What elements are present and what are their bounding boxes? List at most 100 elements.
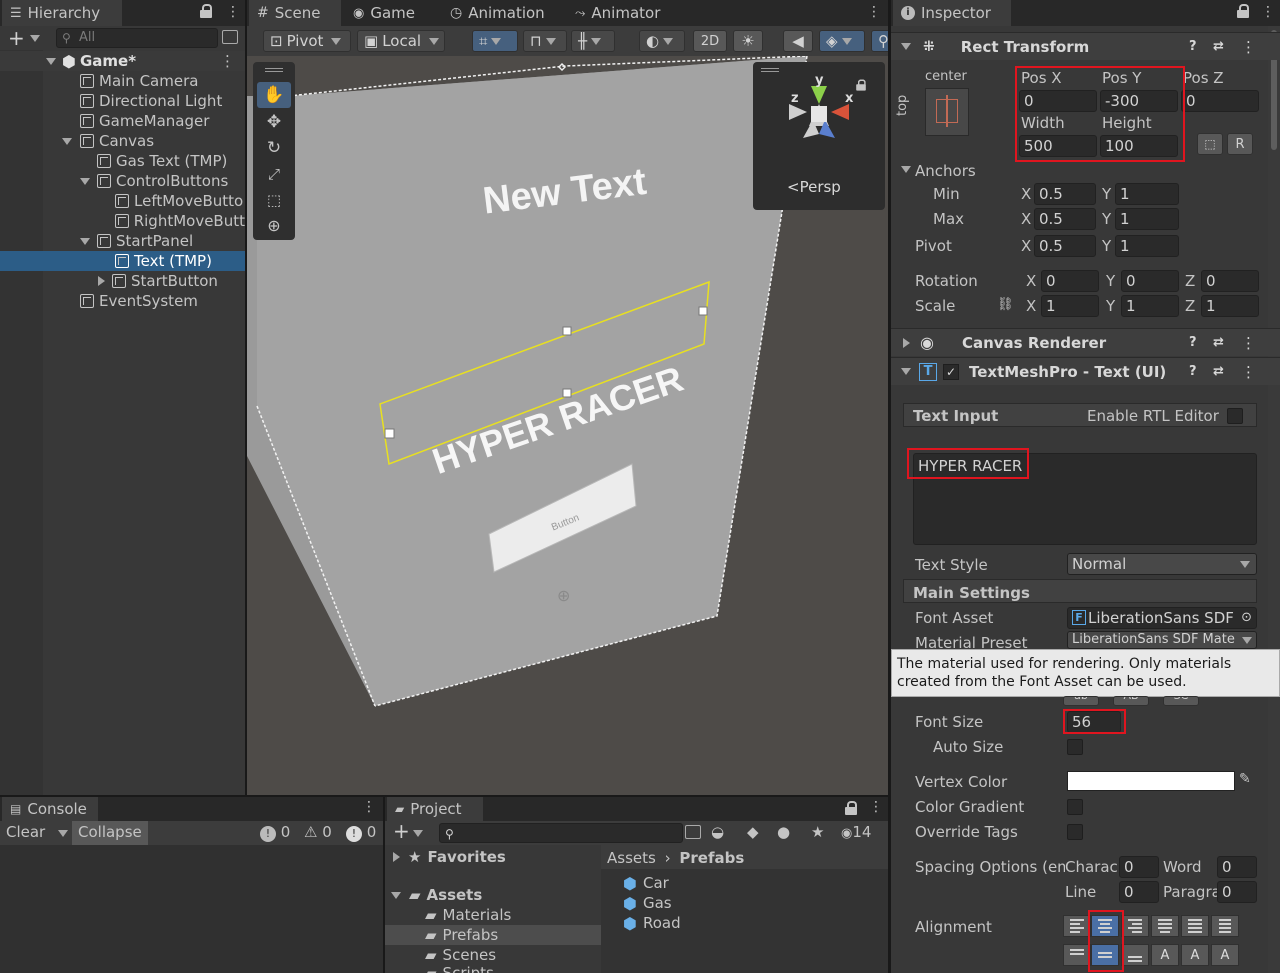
collapse-button[interactable]: Collapse [72,821,148,845]
tab-inspector[interactable]: i Inspector [893,0,1011,26]
align-baseline-icon[interactable]: A [1151,944,1179,966]
align-right-icon[interactable] [1121,915,1149,937]
project-search-input[interactable]: ⚲ [439,823,683,843]
pivot-y-field[interactable]: 1 [1115,235,1179,257]
add-dropdown-icon[interactable] [413,830,423,837]
align-flush-icon[interactable] [1181,915,1209,937]
hierarchy-item-directional-light[interactable]: Directional Light [0,91,245,111]
lock-icon[interactable] [1237,4,1249,18]
inspector-scrollbar[interactable] [1268,26,1280,973]
component-menu-icon[interactable]: ⋮ [1241,38,1256,56]
preset-icon[interactable]: ⇄ [1213,364,1224,379]
align-bottom-icon[interactable] [1121,944,1149,966]
filter-type-icon[interactable]: ◒ [711,823,724,841]
hierarchy-item-gamemanager[interactable]: GameManager [0,111,245,131]
scale-y-field[interactable]: 1 [1121,295,1179,317]
anchor-preset-button[interactable] [925,88,969,136]
pos-y-field[interactable]: -300 [1100,90,1178,112]
hierarchy-item-gas-text[interactable]: Gas Text (TMP) [0,151,245,171]
textmeshpro-header[interactable]: T ✓ TextMeshPro - Text (UI) ? ⇄ ⋮ [891,357,1280,385]
search-window-icon[interactable] [685,825,701,839]
text-style-dropdown[interactable]: Normal [1067,553,1257,575]
font-style-upper-button[interactable]: AB [1113,696,1149,706]
tab-scene[interactable]: # Scene [249,0,341,26]
info-filter[interactable]: ! 0 [260,823,290,842]
align-left-icon[interactable] [1063,915,1091,937]
file-item[interactable]: ⬢ Road [601,913,888,933]
preset-icon[interactable]: ⇄ [1213,39,1224,54]
lock-icon[interactable] [200,4,212,18]
preset-icon[interactable]: ⇄ [1213,335,1224,350]
hierarchy-item-main-camera[interactable]: Main Camera [0,71,245,91]
hierarchy-item-startpanel[interactable]: StartPanel [0,231,245,251]
handle[interactable] [562,326,572,336]
warning-filter[interactable]: ⚠ 0 [304,823,332,841]
align-center-icon[interactable] [1091,915,1119,937]
hierarchy-item-leftmovebutton[interactable]: LeftMoveButto [0,191,245,211]
add-dropdown-icon[interactable] [30,35,40,42]
favorites-item[interactable]: ★ Favorites [385,847,601,867]
hierarchy-item-startbutton[interactable]: StartButton [0,271,245,291]
clear-button[interactable]: Clear [6,823,45,841]
folder-item[interactable]: ▰ Materials [385,905,601,925]
tab-game[interactable]: ◉ Game [345,0,423,26]
expand-arrow-icon[interactable] [46,57,56,65]
transform-tool-icon[interactable]: ⊕ [257,214,291,238]
width-field[interactable]: 500 [1019,135,1097,157]
tab-animator[interactable]: ⤳ Animator [567,0,668,26]
tab-project[interactable]: ▰ Project [387,797,483,821]
grid-snap-button[interactable]: ⌗ [472,30,518,52]
word-spacing-field[interactable]: 0 [1217,856,1257,878]
hierarchy-search-input[interactable]: ⚲ All [56,28,218,48]
assets-item[interactable]: ▰ Assets [385,885,601,905]
align-justify-icon[interactable] [1151,915,1179,937]
override-tags-checkbox[interactable] [1067,824,1083,840]
rotation-y-field[interactable]: 0 [1121,270,1179,292]
scale-z-field[interactable]: 1 [1201,295,1259,317]
hierarchy-item-eventsystem[interactable]: EventSystem [0,291,245,311]
persp-toggle[interactable]: <Persp [787,178,841,196]
min-y-field[interactable]: 1 [1115,183,1179,205]
vertex-color-swatch[interactable] [1067,771,1235,791]
rotation-x-field[interactable]: 0 [1041,270,1099,292]
add-icon[interactable]: + [8,26,25,50]
handle[interactable] [562,388,572,398]
anchors-expand-icon[interactable] [901,166,911,173]
canvas-renderer-header[interactable]: ◉ Canvas Renderer ? ⇄ ⋮ [891,328,1280,356]
material-preset-dropdown[interactable]: LiberationSans SDF Mate [1067,631,1257,649]
error-filter[interactable]: ! 0 [346,823,376,842]
expand-arrow-icon[interactable] [391,891,401,899]
pivot-x-field[interactable]: 0.5 [1034,235,1096,257]
pivot-dropdown[interactable]: ⊡ Pivot [263,30,351,52]
local-dropdown[interactable]: ▣ Local [357,30,445,52]
max-x-field[interactable]: 0.5 [1034,208,1096,230]
enabled-checkbox[interactable]: ✓ [943,363,959,380]
filter-label-icon[interactable]: ◆ [747,823,759,841]
handle[interactable] [698,306,708,316]
eyedropper-icon[interactable]: ✎ [1239,771,1251,787]
line-spacing-field[interactable]: 0 [1119,881,1159,903]
scene-menu-kebab-icon[interactable]: ⋮ [867,4,881,20]
scale-tool-icon[interactable]: ⤢ [257,162,291,186]
raw-edit-button[interactable]: R [1227,133,1253,155]
folder-item[interactable]: ▰ Scripts [385,963,601,973]
menu-kebab-icon[interactable]: ⋮ [226,4,240,20]
hierarchy-item-text-tmp[interactable]: Text (TMP) [0,251,245,271]
align-midline-icon[interactable]: A [1181,944,1209,966]
component-menu-icon[interactable]: ⋮ [1241,363,1256,381]
expand-arrow-icon[interactable] [901,368,911,375]
max-y-field[interactable]: 1 [1115,208,1179,230]
orientation-gizmo[interactable]: y x z <Persp [753,62,885,210]
align-geometry-icon[interactable] [1211,915,1239,937]
hidden-packages-toggle[interactable]: ◉14 [841,823,871,841]
collapse-arrow-icon[interactable] [98,276,105,286]
blueprint-mode-button[interactable]: ⬚ [1197,133,1223,155]
tab-animation[interactable]: ◷ Animation [442,0,553,26]
move-tool-icon[interactable]: ✥ [257,110,291,134]
object-picker-icon[interactable]: ⊙ [1241,608,1252,628]
rect-tool-icon[interactable]: ⬚ [257,188,291,212]
help-icon[interactable]: ? [1189,335,1197,350]
rtl-editor-checkbox[interactable] [1227,408,1243,424]
pos-z-field[interactable]: 0 [1181,90,1259,112]
rect-transform-header[interactable]: ⁜ Rect Transform ? ⇄ ⋮ [891,32,1280,60]
